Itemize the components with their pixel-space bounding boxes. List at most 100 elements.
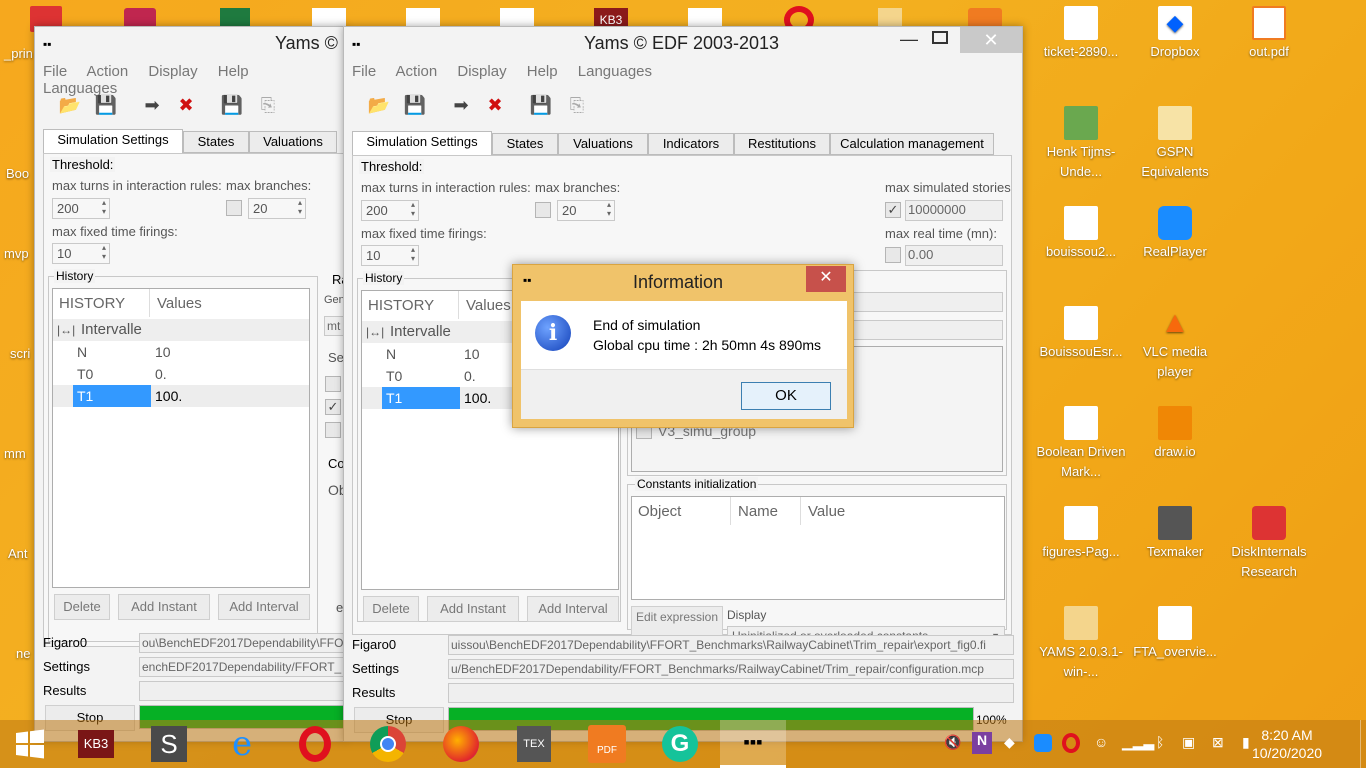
taskbar-firefox[interactable] bbox=[437, 724, 485, 764]
max-branches-checkbox[interactable] bbox=[226, 200, 242, 216]
max-branches-checkbox[interactable] bbox=[535, 202, 551, 218]
menu-action[interactable]: Action bbox=[396, 63, 438, 80]
save-results-icon[interactable]: 💾 bbox=[528, 93, 554, 117]
desktop-icon-gspn[interactable]: GSPN Equivalents bbox=[1130, 106, 1220, 182]
add-interval-button[interactable]: Add Interval bbox=[527, 596, 619, 622]
taskbar-texmaker[interactable]: TEX bbox=[510, 724, 558, 764]
results-path-field[interactable] bbox=[139, 681, 345, 701]
desktop-label-cut[interactable]: scri bbox=[10, 346, 30, 361]
max-fixed-spinner[interactable]: 10 bbox=[52, 243, 110, 264]
tab-simulation-settings[interactable]: Simulation Settings bbox=[352, 131, 492, 156]
max-turns-spinner[interactable]: 200 bbox=[361, 200, 419, 221]
menu-display[interactable]: Display bbox=[457, 63, 506, 80]
menu-file[interactable]: File bbox=[352, 63, 376, 80]
menu-help[interactable]: Help bbox=[527, 63, 558, 80]
add-instant-button[interactable]: Add Instant bbox=[118, 594, 210, 620]
desktop-icon-yams[interactable]: YAMS 2.0.3.1-win-... bbox=[1036, 606, 1126, 682]
tree-row-selected[interactable]: T1 100. bbox=[53, 385, 309, 407]
tab-calculation-management[interactable]: Calculation management bbox=[830, 133, 994, 155]
minimize-icon[interactable]: — bbox=[900, 29, 918, 50]
taskbar-grammarly[interactable]: G bbox=[656, 724, 704, 764]
desktop-icon-boolean[interactable]: Boolean Driven Mark... bbox=[1036, 406, 1126, 482]
stop-x-icon[interactable]: ✖ bbox=[482, 93, 508, 117]
copy-icon[interactable]: ⎘ bbox=[255, 93, 281, 117]
tab-valuations[interactable]: Valuations bbox=[558, 133, 648, 155]
open-folder-icon[interactable]: 📂 bbox=[366, 93, 392, 117]
opera-icon[interactable] bbox=[1062, 733, 1080, 753]
figaro-path-field[interactable]: ou\BenchEDF2017Dependability\FFO bbox=[139, 633, 345, 653]
tab-valuations[interactable]: Valuations bbox=[249, 131, 337, 153]
tab-states[interactable]: States bbox=[183, 131, 249, 153]
mute-icon[interactable]: 🔇 bbox=[944, 734, 961, 751]
taskbar-kb3[interactable]: KB3 bbox=[72, 724, 120, 764]
desktop-icon-henk[interactable]: Henk Tijms-Unde... bbox=[1036, 106, 1126, 182]
onenote-icon[interactable]: N bbox=[972, 732, 992, 754]
delete-button[interactable]: Delete bbox=[363, 596, 419, 622]
history-column-header[interactable]: HISTORY bbox=[368, 297, 434, 314]
constants-table[interactable]: Object Name Value bbox=[631, 496, 1005, 600]
desktop-icon-fta[interactable]: FTA_overvie... bbox=[1130, 606, 1220, 662]
results-path-field[interactable] bbox=[448, 683, 1014, 703]
save-icon[interactable]: 💾 bbox=[93, 93, 119, 117]
taskbar-chrome[interactable] bbox=[364, 724, 412, 764]
bluetooth-icon[interactable]: ᛒ bbox=[1156, 734, 1164, 750]
desktop-label-cut[interactable]: Boo bbox=[6, 166, 29, 181]
delete-button[interactable]: Delete bbox=[54, 594, 110, 620]
copy-icon[interactable]: ⎘ bbox=[564, 93, 590, 117]
start-button[interactable] bbox=[6, 724, 54, 764]
network-error-icon[interactable]: ⊠ bbox=[1212, 734, 1224, 751]
desktop-icon-realplayer[interactable]: RealPlayer bbox=[1130, 206, 1220, 262]
menu-languages[interactable]: Languages bbox=[578, 63, 652, 80]
history-tree[interactable]: HISTORY Values |↔| Intervalle N 10 T0 0.… bbox=[52, 288, 310, 588]
desktop-label-cut[interactable]: ne bbox=[16, 646, 30, 661]
taskbar-yams[interactable]: ▪▪▪ bbox=[720, 720, 786, 768]
taskbar-ie[interactable]: e bbox=[218, 724, 266, 764]
figaro-path-field[interactable]: uissou\BenchEDF2017Dependability\FFORT_B… bbox=[448, 635, 1014, 655]
desktop-icon-vlc[interactable]: ▲ VLC media player bbox=[1130, 306, 1220, 382]
tab-simulation-settings[interactable]: Simulation Settings bbox=[43, 129, 183, 154]
ok-button[interactable]: OK bbox=[741, 382, 831, 410]
taskbar-opera[interactable] bbox=[291, 724, 339, 764]
tree-row[interactable]: N 10 bbox=[53, 341, 309, 363]
settings-path-field[interactable]: u/BenchEDF2017Dependability/FFORT_Benchm… bbox=[448, 659, 1014, 679]
tab-indicators[interactable]: Indicators bbox=[648, 133, 734, 155]
desktop-icon-outpdf[interactable]: out.pdf bbox=[1224, 6, 1314, 62]
title-bar[interactable]: ▪▪ Yams © bbox=[35, 27, 345, 59]
max-turns-spinner[interactable]: 200 bbox=[52, 198, 110, 219]
desktop-label-cut[interactable]: mm bbox=[4, 446, 26, 461]
max-branches-spinner[interactable]: 20 bbox=[248, 198, 306, 219]
values-column-header[interactable]: Values bbox=[466, 297, 511, 314]
desktop-icon-drawio[interactable]: draw.io bbox=[1130, 406, 1220, 462]
desktop-icon-ticket[interactable]: ticket-2890... bbox=[1036, 6, 1126, 62]
max-real-time-field[interactable]: 0.00 bbox=[905, 245, 1003, 266]
yams-back-window[interactable]: ▪▪ Yams © File Action Display Help Langu… bbox=[34, 26, 346, 742]
max-real-time-checkbox[interactable] bbox=[885, 247, 901, 263]
value-column-header[interactable]: Value bbox=[808, 503, 845, 520]
object-column-header[interactable]: Object bbox=[638, 503, 681, 520]
close-icon[interactable]: ✕ bbox=[960, 27, 1022, 53]
tab-restitutions[interactable]: Restitutions bbox=[734, 133, 830, 155]
app-tray-icon[interactable]: ☺ bbox=[1094, 734, 1108, 750]
save-results-icon[interactable]: 💾 bbox=[219, 93, 245, 117]
max-simulated-stories-checkbox[interactable]: ✓ bbox=[885, 202, 901, 218]
desktop-icon-texmaker[interactable]: Texmaker bbox=[1130, 506, 1220, 562]
close-icon[interactable]: ✕ bbox=[806, 266, 846, 292]
save-icon[interactable]: 💾 bbox=[402, 93, 428, 117]
realplayer-icon[interactable] bbox=[1034, 734, 1052, 752]
show-desktop-button[interactable] bbox=[1360, 720, 1366, 768]
stop-x-icon[interactable]: ✖ bbox=[173, 93, 199, 117]
menu-file[interactable]: File bbox=[43, 63, 67, 80]
generator-field[interactable] bbox=[849, 292, 1003, 312]
desktop-label-cut[interactable]: _prin bbox=[4, 46, 33, 61]
dropbox-icon[interactable]: ◆ bbox=[1004, 734, 1015, 751]
taskbar-sublime[interactable]: S bbox=[145, 724, 193, 764]
desktop-icon-figures[interactable]: figures-Pag... bbox=[1036, 506, 1126, 562]
history-column-header[interactable]: HISTORY bbox=[59, 295, 125, 312]
desktop-icon-diskinternals[interactable]: DiskInternals Research bbox=[1224, 506, 1314, 582]
run-arrow-icon[interactable]: ➡ bbox=[139, 93, 165, 117]
settings-path-field[interactable]: enchEDF2017Dependability/FFORT_ bbox=[139, 657, 345, 677]
menu-help[interactable]: Help bbox=[218, 63, 249, 80]
add-interval-button[interactable]: Add Interval bbox=[218, 594, 310, 620]
title-bar[interactable]: ▪▪ Yams © EDF 2003-2013 — ✕ bbox=[344, 27, 1022, 59]
menu-action[interactable]: Action bbox=[87, 63, 129, 80]
